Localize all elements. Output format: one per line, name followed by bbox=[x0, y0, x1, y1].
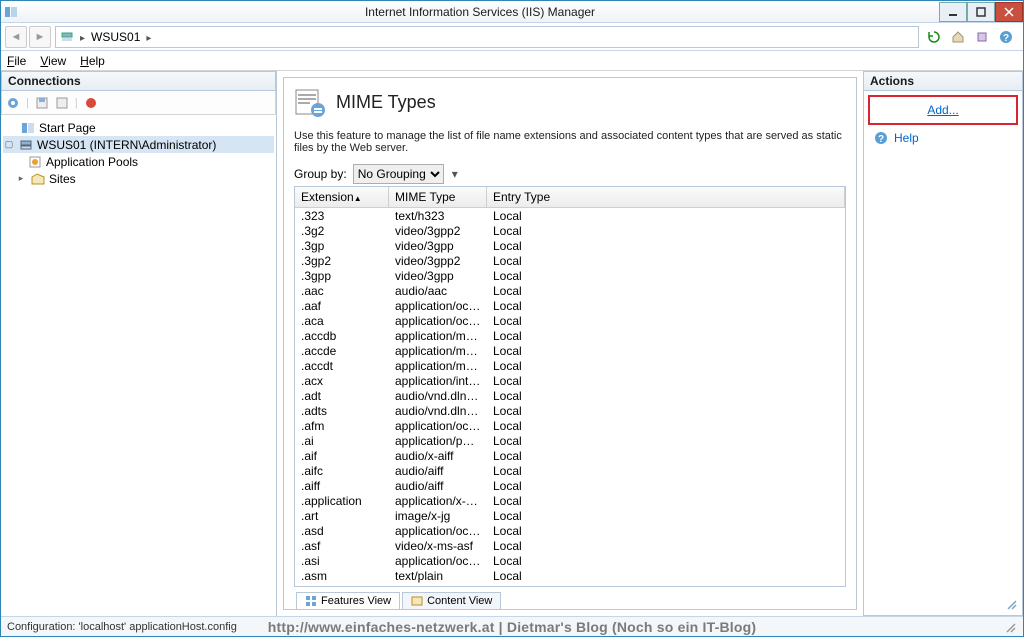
table-row[interactable]: .aiapplication/postsc...Local bbox=[295, 433, 845, 448]
table-row[interactable]: .accdeapplication/msacc...Local bbox=[295, 343, 845, 358]
iis-manager-window: Internet Information Services (IIS) Mana… bbox=[0, 0, 1024, 637]
table-row[interactable]: .asrvideo/x-ms-asfLocal bbox=[295, 583, 845, 586]
server-icon bbox=[18, 137, 34, 153]
refresh-icon[interactable] bbox=[55, 96, 69, 110]
tool-icon[interactable] bbox=[971, 26, 993, 48]
table-row[interactable]: .asiapplication/octet-...Local bbox=[295, 553, 845, 568]
resize-grip-icon[interactable] bbox=[1004, 597, 1018, 611]
table-row[interactable]: .aacaudio/aacLocal bbox=[295, 283, 845, 298]
grid-header: Extension▲ MIME Type Entry Type bbox=[295, 187, 845, 208]
window-title: Internet Information Services (IIS) Mana… bbox=[21, 5, 939, 19]
table-row[interactable]: .3gppvideo/3gppLocal bbox=[295, 268, 845, 283]
close-button[interactable] bbox=[995, 2, 1023, 22]
content-panel: MIME Types Use this feature to manage th… bbox=[277, 71, 863, 616]
help-icon: ? bbox=[874, 131, 888, 145]
svg-text:?: ? bbox=[1003, 33, 1009, 44]
features-view-icon bbox=[305, 595, 317, 607]
action-help[interactable]: ? Help bbox=[870, 131, 1016, 145]
menu-bar: File View Help bbox=[1, 51, 1023, 71]
table-row[interactable]: .afmapplication/octet-...Local bbox=[295, 418, 845, 433]
status-bar: Configuration: 'localhost' applicationHo… bbox=[1, 616, 1023, 636]
server-icon bbox=[60, 30, 74, 44]
svg-text:?: ? bbox=[878, 134, 884, 145]
nav-back-button[interactable]: ◄ bbox=[5, 26, 27, 48]
table-row[interactable]: .acxapplication/intern...Local bbox=[295, 373, 845, 388]
app-pools-icon bbox=[27, 154, 43, 170]
table-row[interactable]: .adtsaudio/vnd.dlna.adtsLocal bbox=[295, 403, 845, 418]
save-icon[interactable] bbox=[35, 96, 49, 110]
status-grip-icon bbox=[1003, 620, 1017, 634]
col-extension[interactable]: Extension▲ bbox=[295, 187, 389, 207]
table-row[interactable]: .asmtext/plainLocal bbox=[295, 568, 845, 583]
menu-help[interactable]: Help bbox=[80, 54, 105, 68]
table-row[interactable]: .applicationapplication/x-ms-...Local bbox=[295, 493, 845, 508]
table-row[interactable]: .323text/h323Local bbox=[295, 208, 845, 223]
table-row[interactable]: .3gp2video/3gpp2Local bbox=[295, 253, 845, 268]
groupby-dropdown-icon[interactable]: ▾ bbox=[450, 167, 460, 181]
table-row[interactable]: .aiffaudio/aiffLocal bbox=[295, 478, 845, 493]
add-action-highlight: Add... bbox=[868, 95, 1018, 125]
actions-panel: Actions Add... ? Help bbox=[863, 71, 1023, 616]
table-row[interactable]: .asfvideo/x-ms-asfLocal bbox=[295, 538, 845, 553]
actions-header: Actions bbox=[863, 71, 1023, 91]
groupby-select[interactable]: No Grouping bbox=[353, 164, 444, 184]
menu-view[interactable]: View bbox=[40, 54, 66, 68]
refresh-all-icon[interactable] bbox=[923, 26, 945, 48]
connections-panel: Connections | | Start Page ▢ WSUS01 ( bbox=[1, 71, 277, 616]
groupby-label: Group by: bbox=[294, 167, 347, 181]
mime-grid: Extension▲ MIME Type Entry Type .323text… bbox=[294, 186, 846, 587]
col-entry-type[interactable]: Entry Type bbox=[487, 187, 845, 207]
breadcrumb-server[interactable]: WSUS01 bbox=[91, 30, 140, 44]
table-row[interactable]: .3gpvideo/3gppLocal bbox=[295, 238, 845, 253]
help-icon[interactable]: ? bbox=[995, 26, 1017, 48]
stop-icon[interactable] bbox=[84, 96, 98, 110]
menu-file[interactable]: File bbox=[7, 54, 26, 68]
breadcrumb[interactable]: WSUS01 bbox=[55, 26, 919, 48]
table-row[interactable]: .3g2video/3gpp2Local bbox=[295, 223, 845, 238]
mime-types-icon bbox=[294, 86, 326, 118]
grid-body[interactable]: .323text/h323Local.3g2video/3gpp2Local.3… bbox=[295, 208, 845, 586]
table-row[interactable]: .aifcaudio/aiffLocal bbox=[295, 463, 845, 478]
tree-server-node[interactable]: ▢ WSUS01 (INTERN\Administrator) bbox=[3, 136, 274, 153]
connect-icon[interactable] bbox=[6, 96, 20, 110]
connections-toolbar: | | bbox=[1, 91, 276, 115]
app-icon bbox=[1, 5, 21, 19]
status-config: Configuration: 'localhost' applicationHo… bbox=[7, 621, 237, 633]
table-row[interactable]: .accdtapplication/msacc...Local bbox=[295, 358, 845, 373]
minimize-button[interactable] bbox=[939, 2, 967, 22]
feature-description: Use this feature to manage the list of f… bbox=[294, 130, 846, 154]
feature-title: MIME Types bbox=[336, 92, 436, 113]
home-icon[interactable] bbox=[947, 26, 969, 48]
col-mime-type[interactable]: MIME Type bbox=[389, 187, 487, 207]
start-page-icon bbox=[20, 120, 36, 136]
sites-icon bbox=[30, 171, 46, 187]
tree-sites[interactable]: ▸ Sites bbox=[3, 170, 274, 187]
tab-content-view[interactable]: Content View bbox=[402, 592, 501, 609]
content-view-icon bbox=[411, 595, 423, 607]
address-bar: ◄ ► WSUS01 ? bbox=[1, 23, 1023, 51]
title-bar: Internet Information Services (IIS) Mana… bbox=[1, 1, 1023, 23]
connections-header: Connections bbox=[1, 71, 276, 91]
table-row[interactable]: .artimage/x-jgLocal bbox=[295, 508, 845, 523]
tree-app-pools[interactable]: Application Pools bbox=[3, 153, 274, 170]
connections-tree[interactable]: Start Page ▢ WSUS01 (INTERN\Administrato… bbox=[1, 115, 276, 616]
table-row[interactable]: .aafapplication/octet-...Local bbox=[295, 298, 845, 313]
maximize-button[interactable] bbox=[967, 2, 995, 22]
table-row[interactable]: .adtaudio/vnd.dlna.adtsLocal bbox=[295, 388, 845, 403]
tree-start-page[interactable]: Start Page bbox=[3, 119, 274, 136]
nav-forward-button[interactable]: ► bbox=[29, 26, 51, 48]
table-row[interactable]: .acaapplication/octet-...Local bbox=[295, 313, 845, 328]
tab-features-view[interactable]: Features View bbox=[296, 592, 400, 609]
action-add[interactable]: Add... bbox=[870, 99, 1016, 121]
table-row[interactable]: .asdapplication/octet-...Local bbox=[295, 523, 845, 538]
table-row[interactable]: .aifaudio/x-aiffLocal bbox=[295, 448, 845, 463]
table-row[interactable]: .accdbapplication/msacc...Local bbox=[295, 328, 845, 343]
